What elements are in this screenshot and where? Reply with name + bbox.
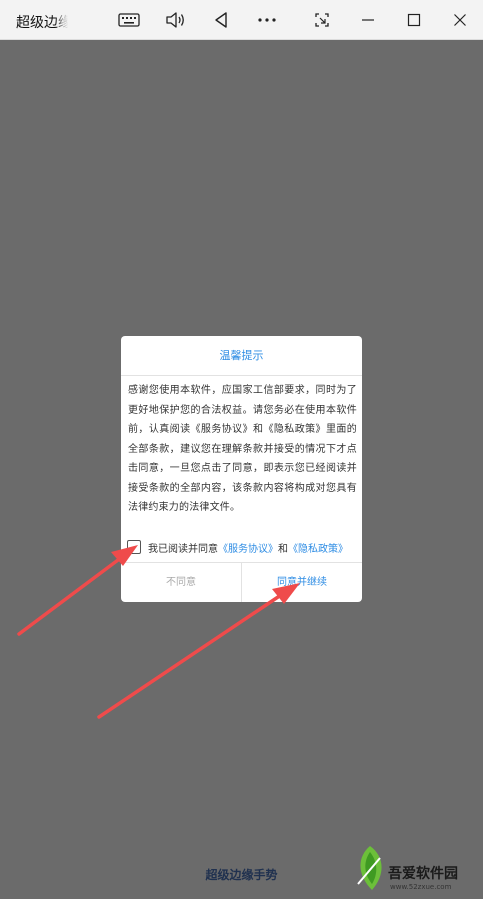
agree-continue-button[interactable]: 同意并继续 (242, 563, 362, 602)
back-triangle-icon[interactable] (209, 8, 233, 32)
leaf-logo-icon (357, 846, 382, 890)
agree-prefix-text: 我已阅读并同意 (148, 543, 218, 555)
agree-row: 我已阅读并同意 《服务协议》 和 《隐私政策》 (127, 538, 359, 556)
watermark-url: www.52zxue.com (390, 883, 452, 891)
minimize-icon[interactable] (356, 8, 380, 32)
agree-checkbox[interactable] (127, 540, 141, 554)
watermark-text: 吾爱软件园 (388, 866, 458, 882)
maximize-icon[interactable] (402, 8, 426, 32)
volume-icon[interactable] (163, 8, 187, 32)
dialog-title: 温馨提示 (121, 336, 362, 376)
service-agreement-link[interactable]: 《服务协议》 (218, 540, 278, 555)
privacy-policy-link[interactable]: 《隐私政策》 (288, 540, 348, 555)
disagree-button[interactable]: 不同意 (121, 563, 242, 602)
window-titlebar: 超级边缘手势 (0, 0, 483, 40)
more-icon[interactable] (255, 8, 279, 32)
privacy-dialog: 温馨提示 感谢您使用本软件，应国家工信部要求，同时为了更好地保护您的合法权益。请… (121, 336, 362, 602)
and-text: 和 (278, 543, 288, 555)
dialog-body-text: 感谢您使用本软件，应国家工信部要求，同时为了更好地保护您的合法权益。请您务必在使… (128, 385, 357, 513)
keyboard-icon[interactable] (117, 8, 141, 32)
site-watermark: 吾爱软件园 www.52zxue.com (348, 826, 478, 896)
screenshot-icon[interactable] (310, 8, 334, 32)
window-title: 超级边缘手势 (16, 15, 68, 31)
close-icon[interactable] (448, 8, 472, 32)
dialog-button-row: 不同意 同意并继续 (121, 562, 362, 602)
